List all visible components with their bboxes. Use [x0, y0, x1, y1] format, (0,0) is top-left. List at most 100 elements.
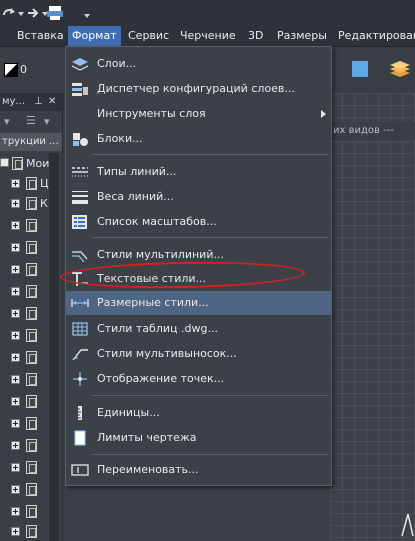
panel-scrollbar[interactable]: [49, 153, 59, 541]
folder-icon: [26, 177, 37, 190]
expand-icon[interactable]: [11, 265, 20, 274]
folder-icon: [12, 157, 23, 170]
tree-item-label: К: [40, 197, 48, 210]
blocks-icon: [71, 131, 89, 147]
lineweights-icon: [71, 189, 89, 205]
menu-insert[interactable]: Вставка: [15, 26, 66, 46]
expand-icon[interactable]: [11, 441, 20, 450]
redo-icon[interactable]: [2, 6, 16, 20]
drawing-icon: [26, 525, 37, 538]
menu-item-layers[interactable]: Слои...: [66, 52, 331, 76]
menu-separator: [92, 395, 328, 396]
expand-icon[interactable]: [11, 463, 20, 472]
drawing-icon: [26, 241, 37, 254]
expand-icon[interactable]: [11, 353, 20, 362]
left-panel: му... ⊥ ✕ ▾ ☰ ▾ трукции ... Мои Ц К: [0, 93, 64, 541]
menu-item-scale-list[interactable]: Список масштабов...: [66, 210, 331, 234]
menu-item-multiline-styles[interactable]: Стили мультилиний...: [66, 243, 331, 267]
menu-separator: [92, 237, 328, 238]
drawing-icon: [26, 373, 37, 386]
redo-dropdown-icon[interactable]: [18, 12, 24, 16]
expand-icon[interactable]: [11, 243, 20, 252]
linetypes-icon: [71, 164, 89, 180]
collapse-icon[interactable]: [0, 158, 9, 167]
panel-tab[interactable]: трукции ...: [0, 133, 62, 151]
dimension-styles-icon: [71, 295, 89, 311]
expand-icon[interactable]: [11, 287, 20, 296]
tree-item-label: Ц: [40, 177, 49, 190]
expand-icon[interactable]: [11, 331, 20, 340]
expand-icon[interactable]: [11, 199, 20, 208]
layer-config-icon: [71, 81, 89, 97]
point-display-icon: [71, 371, 89, 387]
menu-separator: [92, 454, 328, 455]
expand-icon[interactable]: [11, 309, 20, 318]
expand-icon[interactable]: [11, 419, 20, 428]
menu-modify[interactable]: Редактирование: [336, 26, 415, 46]
layers-icon: [71, 56, 89, 72]
menu-item-layer-tools[interactable]: Инструменты слоя: [66, 102, 331, 126]
menu-item-rename[interactable]: Переименовать...: [66, 458, 331, 482]
menu-item-linetypes[interactable]: Типы линий...: [66, 160, 331, 184]
scale-list-icon: [71, 214, 89, 230]
multileader-styles-icon: [71, 346, 89, 362]
layer-value[interactable]: 0: [20, 63, 27, 76]
drawing-icon: [26, 219, 37, 232]
menu-item-multileader-styles[interactable]: Стили мультивыносок...: [66, 342, 331, 366]
expand-icon[interactable]: [11, 507, 20, 516]
layer-stack-icon[interactable]: [388, 59, 412, 79]
menu-dimensions[interactable]: Размеры: [275, 26, 329, 46]
menu-item-layer-config[interactable]: Диспетчер конфигураций слоев...: [66, 77, 331, 101]
drawing-icon: [26, 263, 37, 276]
color-square-icon[interactable]: [352, 61, 368, 77]
menu-item-blocks[interactable]: Блоки...: [66, 127, 331, 151]
forward-icon[interactable]: [26, 6, 40, 20]
drawing-icon: [26, 461, 37, 474]
menu-draw[interactable]: Черчение: [178, 26, 238, 46]
menu-3d[interactable]: 3D: [246, 26, 265, 46]
drawing-icon: [26, 505, 37, 518]
panel-tools: ▾ ☰ ▾: [0, 113, 62, 131]
expand-icon[interactable]: [11, 527, 20, 536]
menu-item-point-display[interactable]: Отображение точек...: [66, 367, 331, 391]
close-icon[interactable]: ✕: [48, 93, 56, 111]
expand-icon[interactable]: [11, 375, 20, 384]
menu-item-table-styles[interactable]: Стили таблиц .dwg...: [66, 317, 331, 341]
settings-dropdown-icon[interactable]: ▾: [4, 115, 10, 128]
view-label: их видов ---: [330, 122, 415, 140]
drawing-limits-icon: [71, 430, 89, 446]
drawing-icon: [26, 285, 37, 298]
print-icon[interactable]: [46, 5, 64, 21]
drawing-canvas[interactable]: [330, 93, 415, 541]
view-options-icon[interactable]: ☰: [26, 114, 36, 127]
menu-item-units[interactable]: Единицы...: [66, 401, 331, 425]
layer-color-swatch-icon[interactable]: [4, 63, 18, 77]
drawing-icon: [26, 439, 37, 452]
table-styles-icon: [71, 321, 89, 337]
drawing-icon: [26, 351, 37, 364]
menu-format[interactable]: Формат: [68, 26, 121, 46]
drawing-icon: [26, 307, 37, 320]
panel-header: му... ⊥ ✕: [0, 93, 64, 111]
submenu-arrow-icon: [321, 110, 326, 118]
customize-dropdown-icon[interactable]: [84, 14, 90, 18]
expand-icon[interactable]: [11, 485, 20, 494]
panel-title: му...: [2, 96, 25, 107]
expand-icon[interactable]: [11, 397, 20, 406]
view-dropdown-icon[interactable]: ▾: [44, 115, 50, 128]
menu-tools[interactable]: Сервис: [126, 26, 171, 46]
menu-item-lineweights[interactable]: Веса линий...: [66, 185, 331, 209]
expand-icon[interactable]: [11, 221, 20, 230]
format-menu: Слои... Диспетчер конфигураций слоев... …: [65, 46, 332, 486]
menu-item-text-styles[interactable]: Текстовые стили...: [66, 267, 331, 291]
quick-access-toolbar: [0, 0, 415, 26]
menu-separator: [92, 154, 328, 155]
rename-icon: [71, 462, 89, 478]
expand-icon[interactable]: [11, 179, 20, 188]
menu-item-dimension-styles[interactable]: Размерные стили...: [66, 291, 331, 315]
menu-item-drawing-limits[interactable]: Лимиты чертежа: [66, 426, 331, 450]
text-styles-icon: [71, 271, 89, 287]
pin-icon[interactable]: ⊥: [34, 93, 43, 111]
tree-root-label: Мои: [26, 157, 50, 170]
drawing-icon: [26, 483, 37, 496]
